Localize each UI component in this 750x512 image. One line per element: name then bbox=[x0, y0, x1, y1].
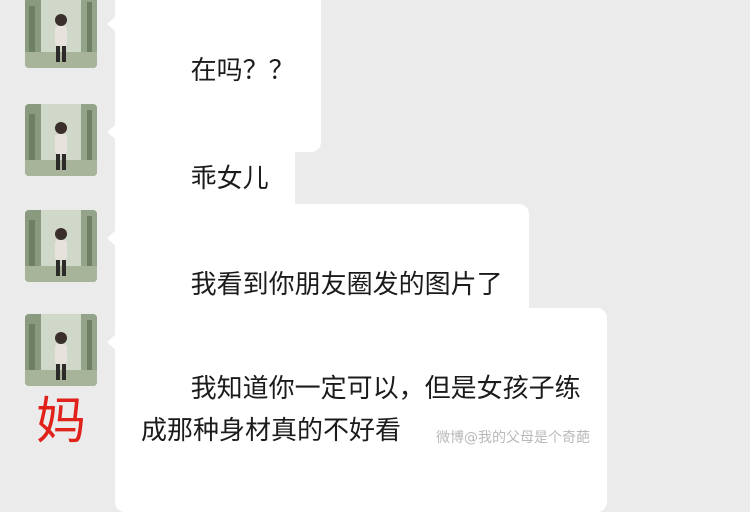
message-text: 乖女儿 bbox=[190, 164, 269, 194]
watermark: 微博@我的父母是个奇葩 bbox=[436, 430, 590, 446]
user-avatar-photo-icon bbox=[25, 210, 97, 282]
message-row: 我知道你一定可以，但是女孩子练 成那种身材真的不好看 bbox=[25, 308, 750, 512]
avatar[interactable] bbox=[25, 314, 97, 386]
message-row: 乖女儿 bbox=[25, 98, 750, 260]
sender-label: 妈 bbox=[36, 392, 86, 450]
avatar[interactable] bbox=[25, 0, 97, 68]
avatar[interactable] bbox=[25, 210, 97, 282]
message-row: 我看到你朋友圈发的图片了 bbox=[25, 204, 750, 366]
user-avatar-photo-icon bbox=[25, 104, 97, 176]
user-avatar-photo-icon bbox=[25, 0, 97, 68]
message-text: 在吗？？ bbox=[190, 56, 295, 86]
message-text: 我看到你朋友圈发的图片了 bbox=[190, 270, 503, 300]
message-row: 在吗？？ bbox=[25, 0, 750, 152]
user-avatar-photo-icon bbox=[25, 314, 97, 386]
chat-window: 在吗？？ 乖女儿 我看到你朋友圈发的图片了 我知道你一定可以，但是女孩子练 成那… bbox=[0, 0, 750, 512]
avatar[interactable] bbox=[25, 104, 97, 176]
message-bubble[interactable]: 我知道你一定可以，但是女孩子练 成那种身材真的不好看 bbox=[107, 308, 607, 512]
